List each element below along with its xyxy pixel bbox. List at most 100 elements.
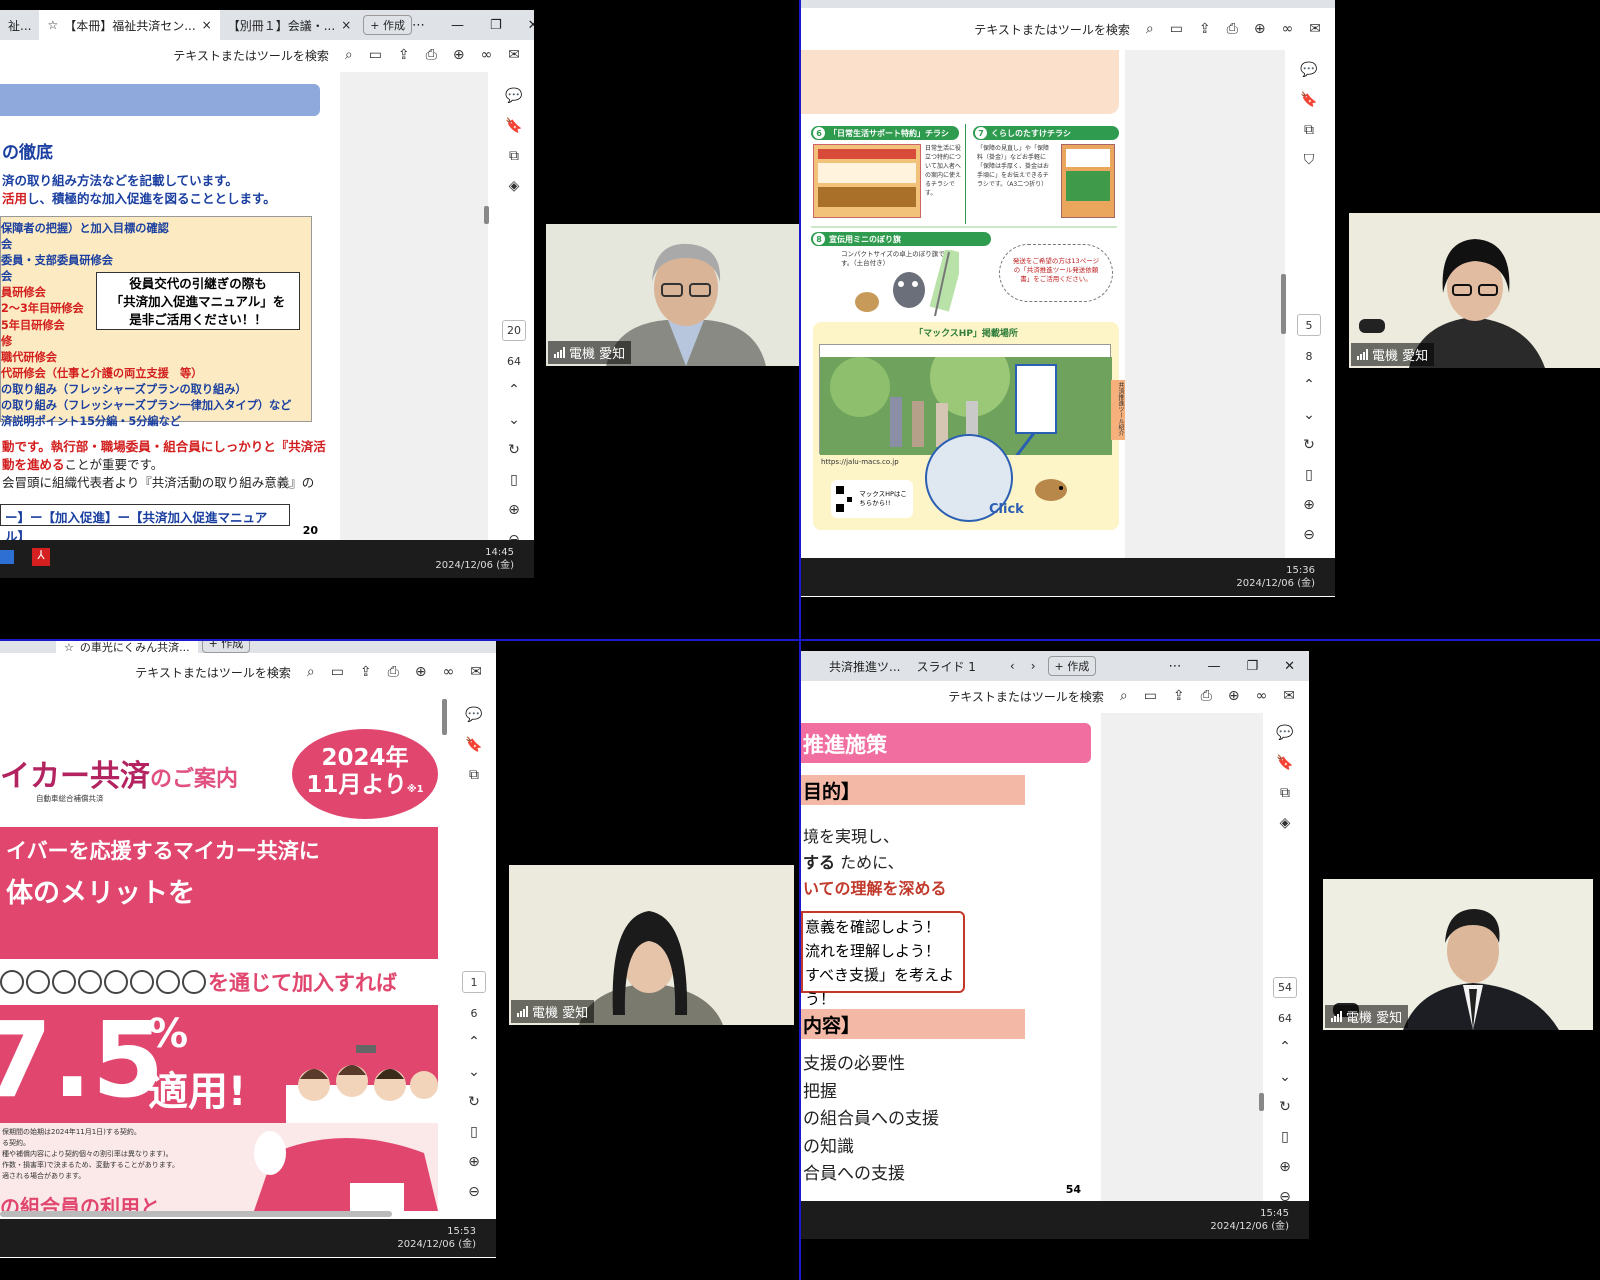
- tab-1[interactable]: ☆ の車光にくみん共済...: [56, 641, 198, 653]
- upload-icon[interactable]: ⇪: [1173, 688, 1185, 704]
- print-icon[interactable]: ⎙: [1227, 21, 1238, 37]
- share-icon[interactable]: ⊕: [415, 664, 427, 680]
- new-tab-button[interactable]: + 作成: [363, 15, 412, 35]
- chevron-up-icon[interactable]: ⌃: [508, 382, 520, 398]
- more-icon[interactable]: ⋯: [1168, 659, 1181, 674]
- hp-url[interactable]: https://jalu-macs.co.jp: [821, 458, 899, 466]
- share-icon[interactable]: ⊕: [453, 47, 465, 63]
- tab-2[interactable]: ☆ 【本冊】福祉共済セン... ×: [39, 10, 220, 40]
- link-box[interactable]: ー】ー【加入促進】ー【共済加入促進マニュアル】: [0, 504, 290, 542]
- page-number-input[interactable]: 20: [502, 319, 526, 341]
- share-icon[interactable]: ⊕: [1228, 688, 1240, 704]
- page-fit-icon[interactable]: ▯: [1281, 1129, 1289, 1145]
- refresh-icon[interactable]: ↻: [1279, 1099, 1291, 1115]
- zoom-out-icon[interactable]: ⊖: [1303, 527, 1315, 543]
- comment-icon[interactable]: 💬: [1276, 725, 1293, 741]
- link-icon[interactable]: ∞: [443, 664, 455, 680]
- page-number-input[interactable]: 1: [462, 971, 486, 993]
- chevron-up-icon[interactable]: ⌃: [1279, 1039, 1291, 1055]
- acrobat-icon[interactable]: ⅄: [32, 548, 50, 566]
- page-number-input[interactable]: 5: [1297, 314, 1321, 336]
- bookmark-icon[interactable]: 🔖: [465, 737, 482, 753]
- pages-icon[interactable]: ⧉: [1280, 785, 1290, 801]
- upload-icon[interactable]: ⇪: [360, 664, 372, 680]
- chevron-down-icon[interactable]: ⌄: [1279, 1069, 1291, 1085]
- scrollbar-thumb[interactable]: [1281, 274, 1286, 334]
- layers-icon[interactable]: ◈: [1280, 815, 1291, 831]
- protect-icon[interactable]: ⛉: [1304, 152, 1315, 168]
- new-tab-button[interactable]: + 作成: [201, 641, 251, 653]
- restore-icon[interactable]: ❐: [1246, 659, 1258, 674]
- print-icon[interactable]: ⎙: [1201, 688, 1212, 704]
- refresh-icon[interactable]: ↻: [508, 442, 520, 458]
- upload-icon[interactable]: ⇪: [1199, 21, 1211, 37]
- bookmark-icon[interactable]: 🔖: [1276, 755, 1293, 771]
- refresh-icon[interactable]: ↻: [468, 1094, 480, 1110]
- horizontal-scrollbar[interactable]: [0, 1211, 392, 1217]
- pages-icon[interactable]: ⧉: [469, 767, 479, 783]
- minimize-icon[interactable]: —: [1207, 659, 1220, 674]
- pages-icon[interactable]: ⧉: [509, 148, 519, 164]
- tab-1[interactable]: 祉...: [0, 10, 39, 40]
- bookmark-icon[interactable]: 🔖: [505, 118, 522, 134]
- link-icon[interactable]: ∞: [1256, 688, 1268, 704]
- mail-icon[interactable]: ✉: [1283, 688, 1295, 704]
- close-tab-icon[interactable]: ×: [202, 18, 212, 32]
- comment-icon[interactable]: 💬: [1300, 62, 1317, 78]
- mail-icon[interactable]: ✉: [470, 664, 482, 680]
- save-icon[interactable]: ▭: [331, 664, 344, 680]
- page-fit-icon[interactable]: ▯: [1305, 467, 1313, 483]
- search-tools-input[interactable]: テキストまたはツールを検索: [173, 47, 329, 64]
- search-icon[interactable]: ⌕: [307, 664, 315, 680]
- search-tools-input[interactable]: テキストまたはツールを検索: [948, 688, 1104, 705]
- link-icon[interactable]: ∞: [1282, 21, 1294, 37]
- close-icon[interactable]: ✕: [1284, 659, 1295, 674]
- zoom-out-icon[interactable]: ⊖: [468, 1184, 480, 1200]
- chevron-up-icon[interactable]: ⌃: [468, 1034, 480, 1050]
- tab-2[interactable]: スライド 1: [908, 651, 983, 681]
- page-fit-icon[interactable]: ▯: [470, 1124, 478, 1140]
- search-tools-input[interactable]: テキストまたはツールを検索: [974, 21, 1130, 38]
- save-icon[interactable]: ▭: [369, 47, 382, 63]
- scrollbar-thumb[interactable]: [442, 699, 447, 735]
- comment-icon[interactable]: 💬: [465, 707, 482, 723]
- zoom-in-icon[interactable]: ⊕: [508, 502, 520, 518]
- mail-icon[interactable]: ✉: [1309, 21, 1321, 37]
- more-icon[interactable]: ⋯: [412, 18, 425, 33]
- minimize-icon[interactable]: —: [451, 18, 464, 33]
- app-icon[interactable]: [0, 550, 14, 564]
- tab-1[interactable]: 共済推進ツ...: [821, 651, 908, 681]
- zoom-in-icon[interactable]: ⊕: [468, 1154, 480, 1170]
- back-icon[interactable]: ‹: [1010, 659, 1015, 673]
- close-tab-icon[interactable]: ×: [341, 18, 351, 32]
- save-icon[interactable]: ▭: [1144, 688, 1157, 704]
- zoom-in-icon[interactable]: ⊕: [1279, 1159, 1291, 1175]
- chevron-down-icon[interactable]: ⌄: [508, 412, 520, 428]
- search-icon[interactable]: ⌕: [1120, 688, 1128, 704]
- share-icon[interactable]: ⊕: [1254, 21, 1266, 37]
- search-icon[interactable]: ⌕: [1146, 21, 1154, 37]
- restore-icon[interactable]: ❐: [490, 18, 502, 33]
- layers-icon[interactable]: ◈: [509, 178, 520, 194]
- bookmark-icon[interactable]: 🔖: [1300, 92, 1317, 108]
- print-icon[interactable]: ⎙: [388, 664, 399, 680]
- pages-icon[interactable]: ⧉: [1304, 122, 1314, 138]
- search-icon[interactable]: ⌕: [345, 47, 353, 63]
- zoom-in-icon[interactable]: ⊕: [1303, 497, 1315, 513]
- chevron-down-icon[interactable]: ⌄: [1303, 407, 1315, 423]
- scrollbar-thumb[interactable]: [484, 206, 489, 224]
- scrollbar-thumb[interactable]: [1259, 1093, 1264, 1111]
- tab-3[interactable]: 【別冊１】会議・... ×: [220, 10, 360, 40]
- upload-icon[interactable]: ⇪: [398, 47, 410, 63]
- chevron-up-icon[interactable]: ⌃: [1303, 377, 1315, 393]
- chevron-down-icon[interactable]: ⌄: [468, 1064, 480, 1080]
- search-tools-input[interactable]: テキストまたはツールを検索: [135, 664, 291, 681]
- save-icon[interactable]: ▭: [1170, 21, 1183, 37]
- forward-icon[interactable]: ›: [1031, 659, 1036, 673]
- comment-icon[interactable]: 💬: [505, 88, 522, 104]
- refresh-icon[interactable]: ↻: [1303, 437, 1315, 453]
- mail-icon[interactable]: ✉: [508, 47, 520, 63]
- page-fit-icon[interactable]: ▯: [510, 472, 518, 488]
- print-icon[interactable]: ⎙: [426, 47, 437, 63]
- new-tab-button[interactable]: + 作成: [1047, 656, 1097, 676]
